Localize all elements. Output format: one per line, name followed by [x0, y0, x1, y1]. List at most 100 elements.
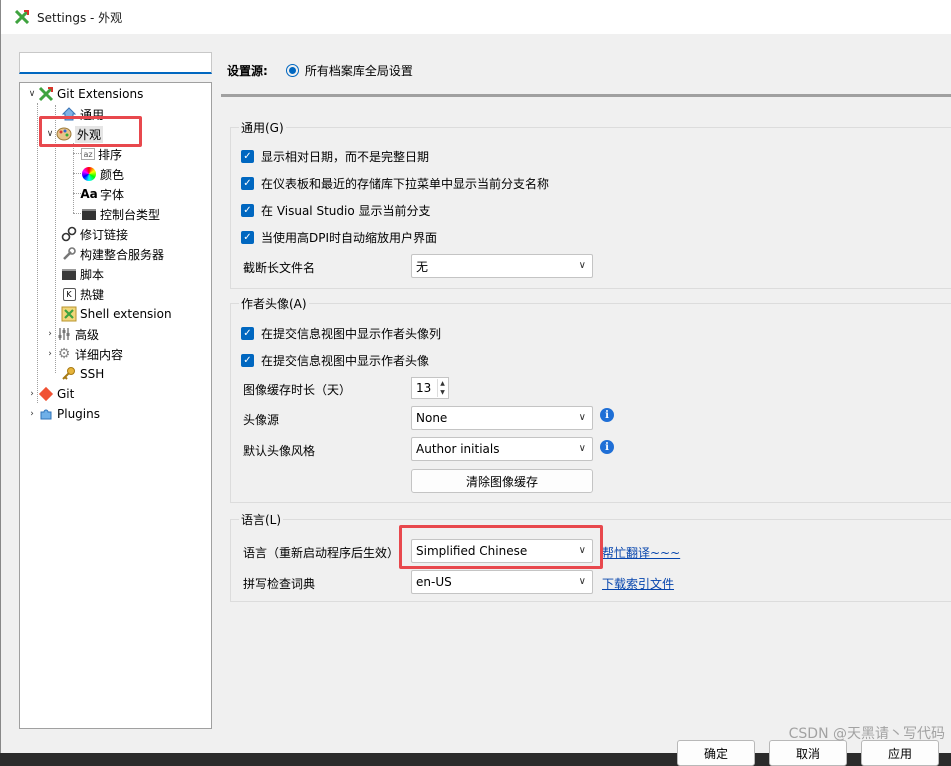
tree-item-plugins[interactable]: › Plugins	[26, 404, 100, 424]
avatar-cache-label: 图像缓存时长（天）	[243, 383, 352, 397]
chevron-down-icon: ∨	[578, 260, 586, 271]
tree-item-label: 高级	[75, 327, 100, 342]
general-group: 通用(G) ✓ 显示相对日期，而不是完整日期 ✓ 在仪表板和最近的存储库下拉菜单中显…	[230, 119, 951, 289]
checkbox-checked-icon[interactable]: ✓	[241, 177, 254, 190]
language-group-title: 语言(L)	[239, 511, 284, 528]
tree-item-label: 外观	[75, 125, 104, 143]
show-avatar-column-checkbox[interactable]: ✓ 在提交信息视图中显示作者头像列	[241, 325, 441, 342]
show-branch-in-dashboard-checkbox[interactable]: ✓ 在仪表板和最近的存储库下拉菜单中显示当前分支名称	[241, 175, 549, 192]
language-group: 语言(L) 语言（重新启动程序后生效） Simplified Chinese ∨…	[230, 511, 951, 602]
settings-source: 设置源: 所有档案库全局设置	[227, 62, 413, 79]
tree-item-console-type[interactable]: 控制台类型	[81, 204, 160, 224]
chevron-right-icon[interactable]: ›	[44, 349, 56, 359]
settings-tree: ∨ Git Extensions 通用 ∨ 外观 az 排序 颜色 Aa 字体 …	[19, 82, 212, 729]
chevron-right-icon[interactable]: ›	[26, 389, 38, 399]
git-extensions-icon	[15, 10, 29, 24]
tree-item-label: 控制台类型	[100, 207, 161, 222]
title-bar: Settings - 外观	[1, 0, 951, 34]
select-value: Simplified Chinese	[416, 544, 528, 558]
general-group-title: 通用(G)	[239, 119, 286, 136]
avatar-source-select[interactable]: None ∨	[411, 406, 593, 430]
tree-connector	[73, 153, 81, 154]
ok-button[interactable]: 确定	[677, 740, 755, 766]
tree-item-sort[interactable]: az 排序	[81, 144, 122, 164]
tree-item-colors[interactable]: 颜色	[81, 164, 124, 184]
tree-item-build-server[interactable]: 构建整合服务器	[61, 244, 164, 264]
show-avatar-checkbox[interactable]: ✓ 在提交信息视图中显示作者头像	[241, 352, 429, 369]
git-extensions-icon	[38, 86, 54, 102]
checkbox-checked-icon[interactable]: ✓	[241, 150, 254, 163]
apply-button[interactable]: 应用	[861, 740, 939, 766]
show-relative-date-checkbox[interactable]: ✓ 显示相对日期，而不是完整日期	[241, 148, 429, 165]
global-settings-radio[interactable]	[285, 64, 299, 77]
tree-item-git[interactable]: › Git	[26, 384, 74, 404]
tree-item-scripts[interactable]: 脚本	[61, 264, 104, 284]
palette-icon	[56, 127, 72, 141]
cancel-button[interactable]: 取消	[769, 740, 847, 766]
truncate-filenames-select[interactable]: 无 ∨	[411, 254, 593, 278]
avatar-group-title: 作者头像(A)	[239, 295, 309, 312]
tree-item-git-extensions[interactable]: ∨ Git Extensions	[26, 84, 143, 104]
tree-item-ssh[interactable]: SSH	[61, 364, 104, 384]
info-icon[interactable]: i	[600, 408, 614, 422]
default-avatar-style-select[interactable]: Author initials ∨	[411, 437, 593, 461]
stepper-value: 13	[416, 381, 432, 395]
checkbox-label: 在 Visual Studio 显示当前分支	[261, 204, 431, 218]
shell-icon	[61, 306, 77, 322]
tree-item-label: 颜色	[100, 167, 125, 182]
select-value: 无	[416, 259, 429, 274]
checkbox-checked-icon[interactable]: ✓	[241, 327, 254, 340]
global-settings-label: 所有档案库全局设置	[304, 64, 413, 78]
divider	[221, 94, 951, 97]
link-icon	[61, 226, 77, 242]
tree-item-details[interactable]: › ⚙ 详细内容	[44, 344, 123, 364]
auto-scale-dpi-checkbox[interactable]: ✓ 当使用高DPI时自动缩放用户界面	[241, 229, 437, 246]
checkbox-checked-icon[interactable]: ✓	[241, 204, 254, 217]
stepper-arrows-icon[interactable]: ▲ ▼	[437, 379, 447, 397]
chevron-down-icon: ∨	[578, 576, 586, 587]
tree-item-label: Git Extensions	[57, 87, 144, 101]
watermark: CSDN @天黑请丶写代码	[788, 726, 945, 742]
help-translate-link[interactable]: 帮忙翻译~~~	[602, 544, 680, 561]
tree-item-advanced[interactable]: › 高级	[44, 324, 99, 344]
select-value: en-US	[416, 575, 452, 589]
tree-item-general[interactable]: 通用	[61, 104, 104, 124]
chevron-down-icon[interactable]: ∨	[26, 89, 38, 99]
chevron-right-icon[interactable]: ›	[26, 409, 38, 419]
wrench-icon	[63, 247, 76, 260]
select-value: Author initials	[416, 442, 500, 456]
tree-item-label: 热键	[80, 287, 105, 302]
home-icon	[61, 107, 77, 121]
tree-connector	[73, 173, 81, 174]
chevron-down-icon: ∨	[578, 412, 586, 423]
avatar-source-label: 头像源	[243, 413, 280, 427]
language-select[interactable]: Simplified Chinese ∨	[411, 539, 593, 563]
tree-item-fonts[interactable]: Aa 字体	[80, 184, 124, 204]
tree-item-shell-extension[interactable]: Shell extension	[61, 304, 172, 324]
avatar-cache-days-stepper[interactable]: 13 ▲ ▼	[411, 377, 449, 399]
tree-item-label: Shell extension	[80, 307, 172, 321]
info-icon[interactable]: i	[600, 440, 614, 454]
clear-image-cache-button[interactable]: 清除图像缓存	[411, 469, 593, 493]
default-avatar-style-label: 默认头像风格	[243, 444, 316, 458]
checkbox-checked-icon[interactable]: ✓	[241, 354, 254, 367]
settings-window: Settings - 外观 ∨ Git Extensions 通用 ∨ 外观 a…	[0, 0, 951, 766]
tree-item-revision-links[interactable]: 修订链接	[61, 224, 128, 244]
tree-item-label: 构建整合服务器	[80, 247, 165, 262]
tree-item-appearance[interactable]: ∨ 外观	[44, 124, 104, 144]
chevron-right-icon[interactable]: ›	[44, 329, 56, 339]
spelling-dictionary-select[interactable]: en-US ∨	[411, 570, 593, 594]
tree-connector	[73, 213, 81, 214]
font-icon: Aa	[80, 187, 98, 201]
tree-item-label: Git	[57, 387, 75, 401]
tree-search-input[interactable]	[19, 52, 212, 74]
tree-item-hotkeys[interactable]: K 热键	[61, 284, 104, 304]
advanced-icon	[58, 328, 70, 340]
show-branch-in-vs-checkbox[interactable]: ✓ 在 Visual Studio 显示当前分支	[241, 202, 431, 219]
chevron-down-icon[interactable]: ∨	[44, 129, 56, 139]
tree-item-label: 详细内容	[75, 347, 124, 362]
tree-item-label: 排序	[98, 147, 123, 162]
avatar-group: 作者头像(A) ✓ 在提交信息视图中显示作者头像列 ✓ 在提交信息视图中显示作者头像…	[230, 295, 951, 503]
download-dictionary-link[interactable]: 下载索引文件	[602, 575, 674, 592]
checkbox-checked-icon[interactable]: ✓	[241, 231, 254, 244]
